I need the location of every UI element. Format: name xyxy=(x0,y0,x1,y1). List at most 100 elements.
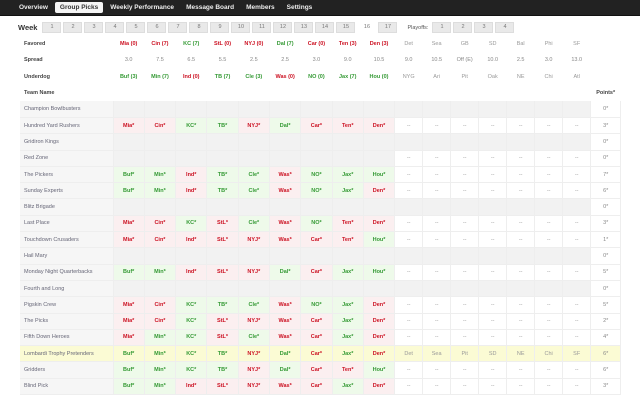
spread-cell: 2.5 xyxy=(269,52,301,69)
week-tab-6[interactable]: 6 xyxy=(147,22,167,33)
week-tab-4[interactable]: 4 xyxy=(105,22,125,33)
playoff-cell-empty xyxy=(422,133,452,151)
week-tab-7[interactable]: 7 xyxy=(168,22,188,33)
pick-cell: Car* xyxy=(300,231,333,249)
spread-cell: 5.5 xyxy=(206,52,239,69)
week-tab-13[interactable]: 13 xyxy=(294,22,314,33)
playoff-tab-2[interactable]: 2 xyxy=(453,22,473,33)
points-cell: 3* xyxy=(590,215,622,233)
team-name-link[interactable]: Fourth and Long xyxy=(20,280,114,298)
team-name-link[interactable]: Red Zone xyxy=(20,150,114,167)
pick-cell: Ind* xyxy=(175,182,208,200)
team-name-link[interactable]: Champion Bowlbusters xyxy=(20,101,114,118)
pick-cell: TB* xyxy=(206,361,239,379)
week-tab-5[interactable]: 5 xyxy=(126,22,146,33)
pick-cell: Cin* xyxy=(144,215,177,233)
pick-cell: Min* xyxy=(144,329,177,347)
playoff-tab-3[interactable]: 3 xyxy=(474,22,494,33)
pick-cell-empty xyxy=(332,247,364,265)
playoff-pick-cell: -- xyxy=(422,166,452,184)
team-name-link[interactable]: Gridiron Kings xyxy=(20,133,114,151)
nav-weekly-performance[interactable]: Weekly Performance xyxy=(105,2,179,13)
week-tab-15[interactable]: 15 xyxy=(336,22,356,33)
playoff-cell-empty xyxy=(534,247,564,265)
team-name-link[interactable]: Blind Pick xyxy=(20,378,114,396)
team-name-link[interactable]: The Pickers xyxy=(20,166,114,184)
week-tab-16[interactable]: 16 xyxy=(357,22,377,33)
table-row: Fourth and Long 0* xyxy=(20,280,622,298)
playoff-pick-cell: -- xyxy=(562,361,592,379)
pick-cell-empty xyxy=(206,133,239,151)
team-name-link[interactable]: Gridders xyxy=(20,361,114,379)
week-tab-3[interactable]: 3 xyxy=(84,22,104,33)
main-nav: Overview Group Picks Weekly Performance Mes… xyxy=(0,0,640,16)
playoff-tab-1[interactable]: 1 xyxy=(432,22,452,33)
pick-cell-empty xyxy=(175,280,208,298)
header-spacer xyxy=(534,84,563,102)
team-name-link[interactable]: Sunday Experts xyxy=(20,182,114,200)
favored-cell: SD xyxy=(478,36,507,53)
underdog-cell: NYG xyxy=(394,68,423,85)
team-name-link[interactable]: The Picks xyxy=(20,313,114,330)
pick-cell: Min* xyxy=(144,264,177,281)
pick-cell: Cle* xyxy=(238,215,270,233)
playoff-pick-cell: -- xyxy=(562,231,592,249)
playoff-cell-empty xyxy=(562,133,592,151)
playoff-pick-cell: -- xyxy=(394,166,424,184)
pick-cell: Den* xyxy=(363,182,396,200)
week-tab-11[interactable]: 11 xyxy=(252,22,272,33)
points-cell: 0* xyxy=(590,247,622,265)
nav-message-board[interactable]: Message Board xyxy=(181,2,239,13)
underdog-cell: Oak xyxy=(478,68,507,85)
nav-group-picks[interactable]: Group Picks xyxy=(54,2,104,13)
playoff-pick-cell: -- xyxy=(506,182,536,200)
team-name-link[interactable]: Pigskin Crew xyxy=(20,296,114,314)
points-cell: 3* xyxy=(590,378,622,396)
nav-settings[interactable]: Settings xyxy=(282,2,318,13)
week-tab-14[interactable]: 14 xyxy=(315,22,335,33)
favored-cell: GB xyxy=(450,36,479,53)
pick-cell: NYJ* xyxy=(238,378,270,396)
team-name-link[interactable]: Blitz Brigade xyxy=(20,198,114,216)
pick-cell: Den* xyxy=(363,313,396,330)
week-tab-2[interactable]: 2 xyxy=(63,22,83,33)
pick-cell: StL* xyxy=(206,378,239,396)
points-cell: 7* xyxy=(590,166,622,184)
team-name-link[interactable]: Last Place xyxy=(20,215,114,233)
pick-cell: Was* xyxy=(269,166,302,184)
pick-cell: NYJ* xyxy=(238,117,270,135)
playoff-pick-cell: -- xyxy=(422,150,452,167)
week-tab-10[interactable]: 10 xyxy=(231,22,251,33)
week-selector: Week 1 2 3 4 5 6 7 8 9 10 11 12 13 14 15 16 17 Playoffs: 1 2… xyxy=(18,22,516,33)
points-cell: 0* xyxy=(590,101,622,118)
nav-overview[interactable]: Overview xyxy=(14,2,53,13)
table-row: The Pickers Buf* Min* Ind* TB* Cle* Was* NO* Jax… xyxy=(20,166,622,184)
team-name-link[interactable]: Fifth Down Heroes xyxy=(20,329,114,347)
team-name-link[interactable]: Monday Night Quarterbacks xyxy=(20,264,114,281)
week-tab-8[interactable]: 8 xyxy=(189,22,209,33)
playoff-tab-4[interactable]: 4 xyxy=(495,22,515,33)
pick-cell: Car* xyxy=(300,117,333,135)
pick-cell-empty xyxy=(300,133,333,151)
pick-cell-empty xyxy=(144,133,177,151)
points-cell: 3* xyxy=(590,117,622,135)
week-tab-12[interactable]: 12 xyxy=(273,22,293,33)
team-name-link[interactable]: Lombardi Trophy Pretenders xyxy=(20,345,114,363)
team-name-link[interactable]: Hundred Yard Rushers xyxy=(20,117,114,135)
points-cell: 6* xyxy=(590,361,622,379)
playoff-cell-empty xyxy=(422,247,452,265)
pick-cell: Was* xyxy=(269,296,302,314)
playoff-pick-cell: -- xyxy=(478,329,508,347)
week-tab-9[interactable]: 9 xyxy=(210,22,230,33)
pick-cell-empty xyxy=(175,133,208,151)
team-name-link[interactable]: Touchdown Crusaders xyxy=(20,231,114,249)
header-spacer xyxy=(300,84,333,102)
week-tab-17[interactable]: 17 xyxy=(378,22,398,33)
pick-cell-empty xyxy=(363,101,396,118)
playoff-pick-cell: SD xyxy=(478,345,508,363)
playoff-pick-cell: -- xyxy=(450,215,480,233)
team-name-link[interactable]: Hail Mary xyxy=(20,247,114,265)
playoff-pick-cell: -- xyxy=(450,231,480,249)
nav-members[interactable]: Members xyxy=(241,2,280,13)
week-tab-1[interactable]: 1 xyxy=(42,22,62,33)
